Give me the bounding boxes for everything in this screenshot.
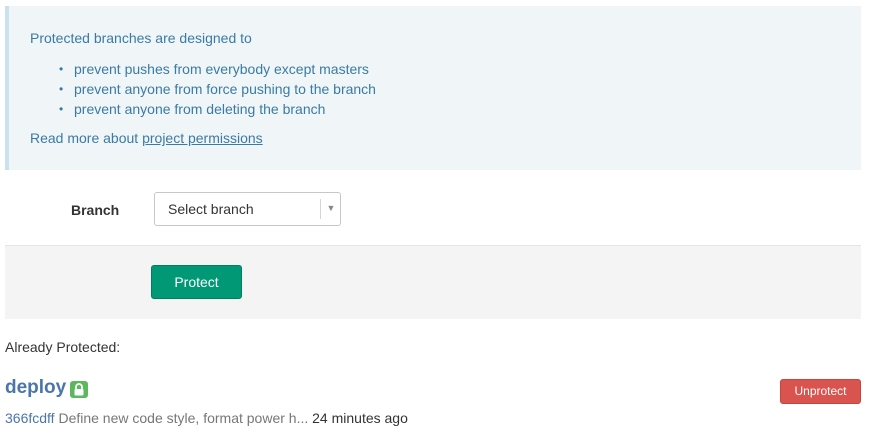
lock-icon: [70, 381, 88, 398]
read-more-prefix: Read more about: [30, 130, 143, 146]
protected-branches-page: Protected branches are designed to • pre…: [0, 0, 873, 439]
read-more-line: Read more about project permissions: [30, 130, 263, 146]
list-item: • prevent pushes from everybody except m…: [30, 59, 376, 79]
info-callout: Protected branches are designed to • pre…: [5, 6, 861, 170]
form-actions: Protect: [5, 245, 861, 319]
bullet-icon: •: [59, 82, 64, 96]
list-item-text: prevent pushes from everybody except mas…: [74, 61, 369, 77]
commit-info: 366fcdff Define new code style, format p…: [5, 410, 408, 426]
branch-label: Branch: [71, 202, 120, 218]
chevron-down-icon: ▼: [326, 203, 336, 213]
commit-timestamp: 24 minutes ago: [312, 410, 408, 426]
protected-branch-name[interactable]: deploy: [5, 377, 66, 399]
protect-button[interactable]: Protect: [151, 265, 242, 299]
unprotect-button[interactable]: Unprotect: [780, 379, 861, 404]
branch-select-dropdown[interactable]: Select branch ▼: [154, 192, 341, 226]
list-item-text: prevent anyone from force pushing to the…: [74, 81, 376, 97]
commit-message: Define new code style, format power h...: [58, 410, 309, 426]
list-item: • prevent anyone from deleting the branc…: [30, 99, 376, 119]
branch-select-value: Select branch: [168, 201, 254, 217]
commit-sha-link[interactable]: 366fcdff: [5, 410, 55, 426]
list-item-text: prevent anyone from deleting the branch: [74, 101, 326, 117]
select-divider: [320, 199, 321, 219]
list-item: • prevent anyone from force pushing to t…: [30, 79, 376, 99]
lock-glyph-icon: [74, 383, 84, 396]
bullet-icon: •: [59, 62, 64, 76]
bullet-icon: •: [59, 102, 64, 116]
project-permissions-link[interactable]: project permissions: [142, 130, 263, 146]
already-protected-heading: Already Protected:: [5, 339, 121, 355]
info-list: • prevent pushes from everybody except m…: [30, 59, 376, 119]
info-intro-text: Protected branches are designed to: [30, 30, 252, 46]
